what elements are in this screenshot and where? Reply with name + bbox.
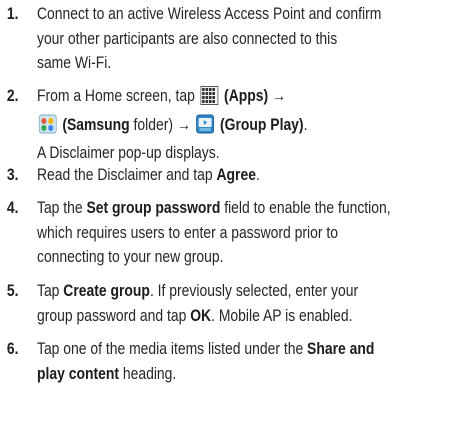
step-text-run: Read the Disclaimer and tap [36, 166, 217, 184]
step-text-run: field to enable the function, [220, 199, 391, 217]
step-line: same Wi-Fi. [36, 54, 112, 72]
step-text: Tap Create group. If previously selected… [37, 279, 358, 328]
step-text: Tap one of the media items listed under … [37, 337, 374, 386]
apps-grid-icon [200, 86, 219, 113]
step-line: Tap Create group. If previously selected… [37, 279, 358, 304]
step-text-run: → [268, 87, 286, 105]
step-line: your other participants are also connect… [36, 29, 338, 48]
step-line: Tap the Set group password field to enab… [37, 196, 391, 221]
apps-label: (Apps) [224, 87, 269, 105]
step-number: 1. [6, 5, 19, 23]
step-line: Tap one of the media items listed under … [37, 337, 374, 362]
set-group-password-label: Set group password [86, 199, 221, 217]
group-play-label: (Group Play) [220, 115, 304, 134]
step-line: A Disclaimer pop-up displays. [36, 144, 220, 162]
step-text-run: Tap one of the media items listed under … [36, 340, 308, 358]
samsung-folder-label: (Samsung [62, 115, 130, 134]
step-line: which requires users to enter a password… [36, 223, 338, 242]
step-number: 5. [6, 282, 19, 300]
step-number: 6. [6, 340, 19, 358]
step-text-run: Tap [36, 282, 64, 300]
step-number: 3. [6, 166, 19, 184]
step-text-run: From a Home screen, tap [36, 87, 199, 105]
step-text: Read the Disclaimer and tap Agree. [37, 163, 260, 188]
step-text-run: heading. [118, 364, 177, 383]
step-text-run: . [303, 115, 308, 134]
agree-label: Agree [216, 166, 256, 184]
step-line: From a Home screen, tap (Apps) → [37, 84, 307, 113]
group-play-icon [196, 114, 215, 142]
step-text-run: . If previously selected, enter your [149, 282, 359, 300]
instruction-page: 1. Connect to an active Wireless Access … [0, 0, 473, 427]
step-text: Connect to an active Wireless Access Poi… [37, 2, 381, 76]
step-text-run: . Mobile AP is enabled. [211, 306, 353, 325]
step-text-run: folder) → [129, 115, 195, 134]
share-and-play-label: play content [36, 364, 119, 383]
ok-label: OK [190, 306, 212, 325]
create-group-label: Create group [63, 282, 150, 300]
step-text-run: group password and tap [36, 306, 191, 325]
step-text: From a Home screen, tap (Apps) → (Samsun… [37, 84, 307, 166]
step-text-run: Tap the [36, 199, 87, 217]
step-text-run: . [255, 166, 260, 184]
step-line: connecting to your new group. [36, 248, 224, 266]
samsung-folder-icon [38, 114, 57, 142]
step-line: (Samsung folder) → (Group Play). [37, 113, 307, 142]
step-number: 2. [6, 87, 19, 105]
step-line: group password and tap OK. Mobile AP is … [37, 304, 358, 329]
step-line: play content heading. [37, 362, 374, 387]
step-line: Read the Disclaimer and tap Agree. [37, 163, 260, 188]
step-number: 4. [6, 199, 19, 217]
step-line: Connect to an active Wireless Access Poi… [36, 5, 382, 23]
step-text: Tap the Set group password field to enab… [37, 196, 391, 270]
share-and-play-label: Share and [307, 340, 375, 358]
